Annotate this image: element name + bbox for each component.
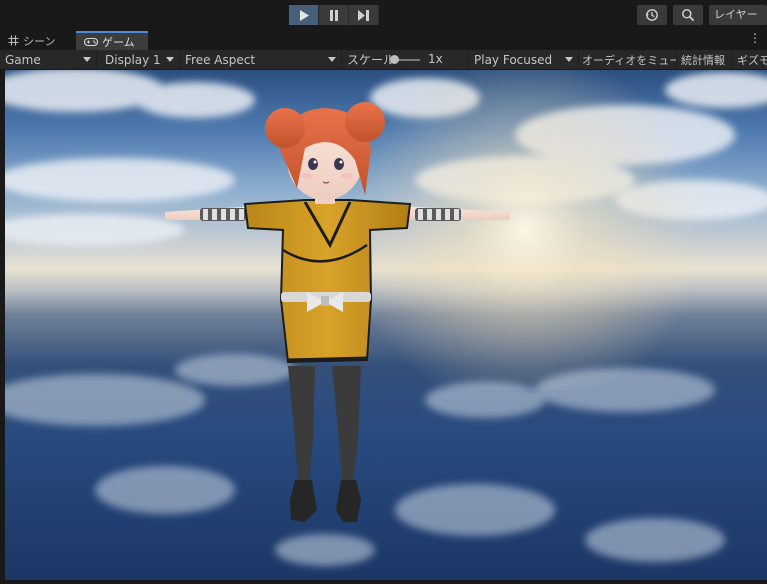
- bottom-edge: [0, 580, 767, 584]
- chevron-down-icon: [328, 57, 336, 62]
- play-button[interactable]: [289, 5, 319, 25]
- layers-label: レイヤー: [714, 8, 758, 21]
- layers-dropdown[interactable]: レイヤー: [709, 5, 767, 25]
- search-icon: [682, 9, 695, 22]
- gizmos-toggle[interactable]: ギズモ: [733, 50, 767, 69]
- history-icon: [645, 9, 658, 21]
- game-view-toolbar: Game Display 1 Free Aspect スケール 1x Play …: [0, 50, 767, 70]
- step-button[interactable]: [349, 5, 379, 25]
- stats-label: 統計情報: [681, 53, 725, 67]
- gizmos-label: ギズモ: [737, 53, 767, 67]
- gamepad-icon: [84, 37, 98, 46]
- step-icon: [357, 9, 369, 21]
- pause-button[interactable]: [319, 5, 349, 25]
- scale-slider-handle[interactable]: [390, 55, 399, 64]
- tab-scene[interactable]: シーン: [0, 31, 74, 50]
- aspect-label: Free Aspect: [185, 52, 256, 67]
- history-button[interactable]: [637, 5, 667, 25]
- search-button[interactable]: [673, 5, 703, 25]
- display-dropdown[interactable]: Display 1: [97, 50, 180, 69]
- tab-game[interactable]: ゲーム: [76, 31, 148, 50]
- main-toolbar: レイヤー: [0, 0, 767, 30]
- pause-icon: [329, 9, 338, 21]
- mute-audio-toggle[interactable]: オーディオをミュート: [579, 50, 677, 69]
- display-label: Display 1: [105, 52, 161, 67]
- game-mode-dropdown[interactable]: Game: [0, 50, 97, 69]
- tab-strip: シーン ゲーム ⋮: [0, 30, 767, 51]
- playback-controls: [289, 5, 379, 25]
- game-viewport[interactable]: [5, 70, 767, 580]
- tab-game-label: ゲーム: [102, 35, 135, 49]
- chevron-down-icon: [166, 57, 174, 62]
- kebab-menu-icon[interactable]: ⋮: [749, 31, 761, 45]
- play-mode-label: Play Focused: [474, 52, 553, 67]
- chevron-down-icon: [565, 57, 573, 62]
- scale-label: スケール: [347, 53, 396, 67]
- mute-audio-label: オーディオをミュート: [582, 53, 676, 67]
- aspect-dropdown[interactable]: Free Aspect: [180, 50, 342, 69]
- toolbar-right: レイヤー: [637, 5, 767, 25]
- game-render: [5, 70, 767, 566]
- game-mode-label: Game: [5, 52, 41, 67]
- scale-value: 1x: [428, 52, 443, 66]
- grid-hash-icon: [8, 35, 19, 46]
- play-mode-dropdown[interactable]: Play Focused: [469, 50, 579, 69]
- chevron-down-icon: [83, 57, 91, 62]
- tab-scene-label: シーン: [23, 34, 56, 48]
- scale-slider-group: スケール 1x: [342, 50, 469, 69]
- play-icon: [299, 9, 309, 21]
- stats-toggle[interactable]: 統計情報: [677, 50, 733, 69]
